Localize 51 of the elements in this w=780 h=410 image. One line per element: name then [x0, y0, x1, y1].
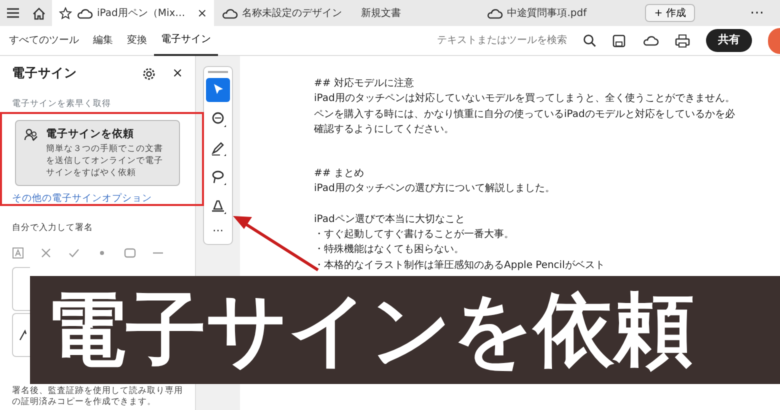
tool-tab[interactable]: 編集 — [86, 26, 120, 56]
card-description: 簡単な３つの手順でこの文書を送信してオンラインで電子サインをすばやく依頼 — [46, 143, 164, 179]
request-signature-card[interactable]: 電子サインを依頼 簡単な３つの手順でこの文書を送信してオンラインで電子サインをすばやく依頼 — [15, 120, 180, 186]
tool-tab[interactable]: 変換 — [120, 26, 154, 56]
search-icon[interactable] — [583, 34, 596, 47]
share-button[interactable]: 共有 — [706, 29, 752, 52]
check-icon[interactable] — [68, 247, 80, 259]
rectangle-icon[interactable] — [124, 247, 136, 259]
caption-banner: 電子サインを依頼 — [30, 276, 780, 384]
document-line: ペンを購入する時には、かなり慎重に自分の使っているiPadのモデルと対応をしているかを必 — [314, 108, 736, 122]
save-icon[interactable] — [612, 34, 626, 48]
people-icon — [24, 128, 38, 142]
settings-icon[interactable] — [142, 66, 156, 81]
search-field[interactable]: テキストまたはツールを検索 — [417, 33, 567, 48]
cloud-icon — [486, 6, 504, 20]
footer-note: 署名後、監査証跡を使用して読み取り専用の証明済みコピーを作成できます。 — [12, 386, 183, 408]
document-line: ・すぐ起動してすぐ書けることが一番大事。 — [314, 228, 515, 242]
signature-stroke-icon — [18, 329, 28, 341]
document-line: ## まとめ — [314, 167, 365, 182]
tool-tab[interactable]: すべてのツール — [2, 26, 86, 56]
document-line: iPadペン選びで本当に大切なこと — [314, 212, 466, 227]
panel-title: 電子サイン — [12, 64, 77, 82]
browser-tab[interactable]: 新規文書 — [354, 0, 480, 26]
document-line: 確認するようにしてください。 — [314, 122, 455, 137]
browser-tab[interactable]: 中途質問事項.pdf — [479, 0, 640, 26]
star-icon[interactable] — [59, 6, 72, 20]
more-icon[interactable]: ⋯ — [750, 2, 764, 24]
section-label: 電子サインを素早く取得 — [12, 98, 112, 110]
card-title: 電子サインを依頼 — [46, 127, 135, 142]
cloud-icon — [221, 6, 238, 20]
cloud-icon — [76, 6, 93, 20]
avatar[interactable] — [768, 28, 780, 54]
menu-icon[interactable] — [6, 7, 20, 19]
cloud-icon[interactable] — [642, 34, 659, 47]
document-line: iPad用のタッチペンの選び方について解説しました。 — [314, 182, 556, 196]
fill-label: 自分で入力して署名 — [12, 222, 94, 235]
document-line: ・特殊機能はなくても困らない。 — [314, 242, 465, 258]
text-box-icon[interactable] — [12, 247, 24, 259]
close-icon[interactable]: × — [172, 64, 183, 84]
document-line: ・本格的なイラスト制作は筆圧感知のあるApple Pencilがベスト — [314, 258, 606, 273]
print-icon[interactable] — [675, 34, 690, 48]
document-line: iPad用のタッチペンは対応していないモデルを買ってしまうと、全く使うことができません。 — [314, 92, 736, 106]
more-icon[interactable]: ⋯ — [212, 223, 224, 240]
browser-tab[interactable]: iPad用ペン（Mix… × — [52, 0, 214, 26]
cross-icon[interactable] — [40, 247, 52, 259]
browser-tab[interactable]: 名称未設定のデザイン — [214, 0, 354, 26]
close-icon[interactable]: × — [189, 4, 208, 22]
options-link[interactable]: その他の電子サインオプション — [12, 192, 152, 206]
home-icon[interactable] — [32, 6, 46, 20]
document-line: ## 対応モデルに注意 — [314, 76, 415, 91]
new-tab-button[interactable]: + 作成 — [645, 4, 695, 22]
